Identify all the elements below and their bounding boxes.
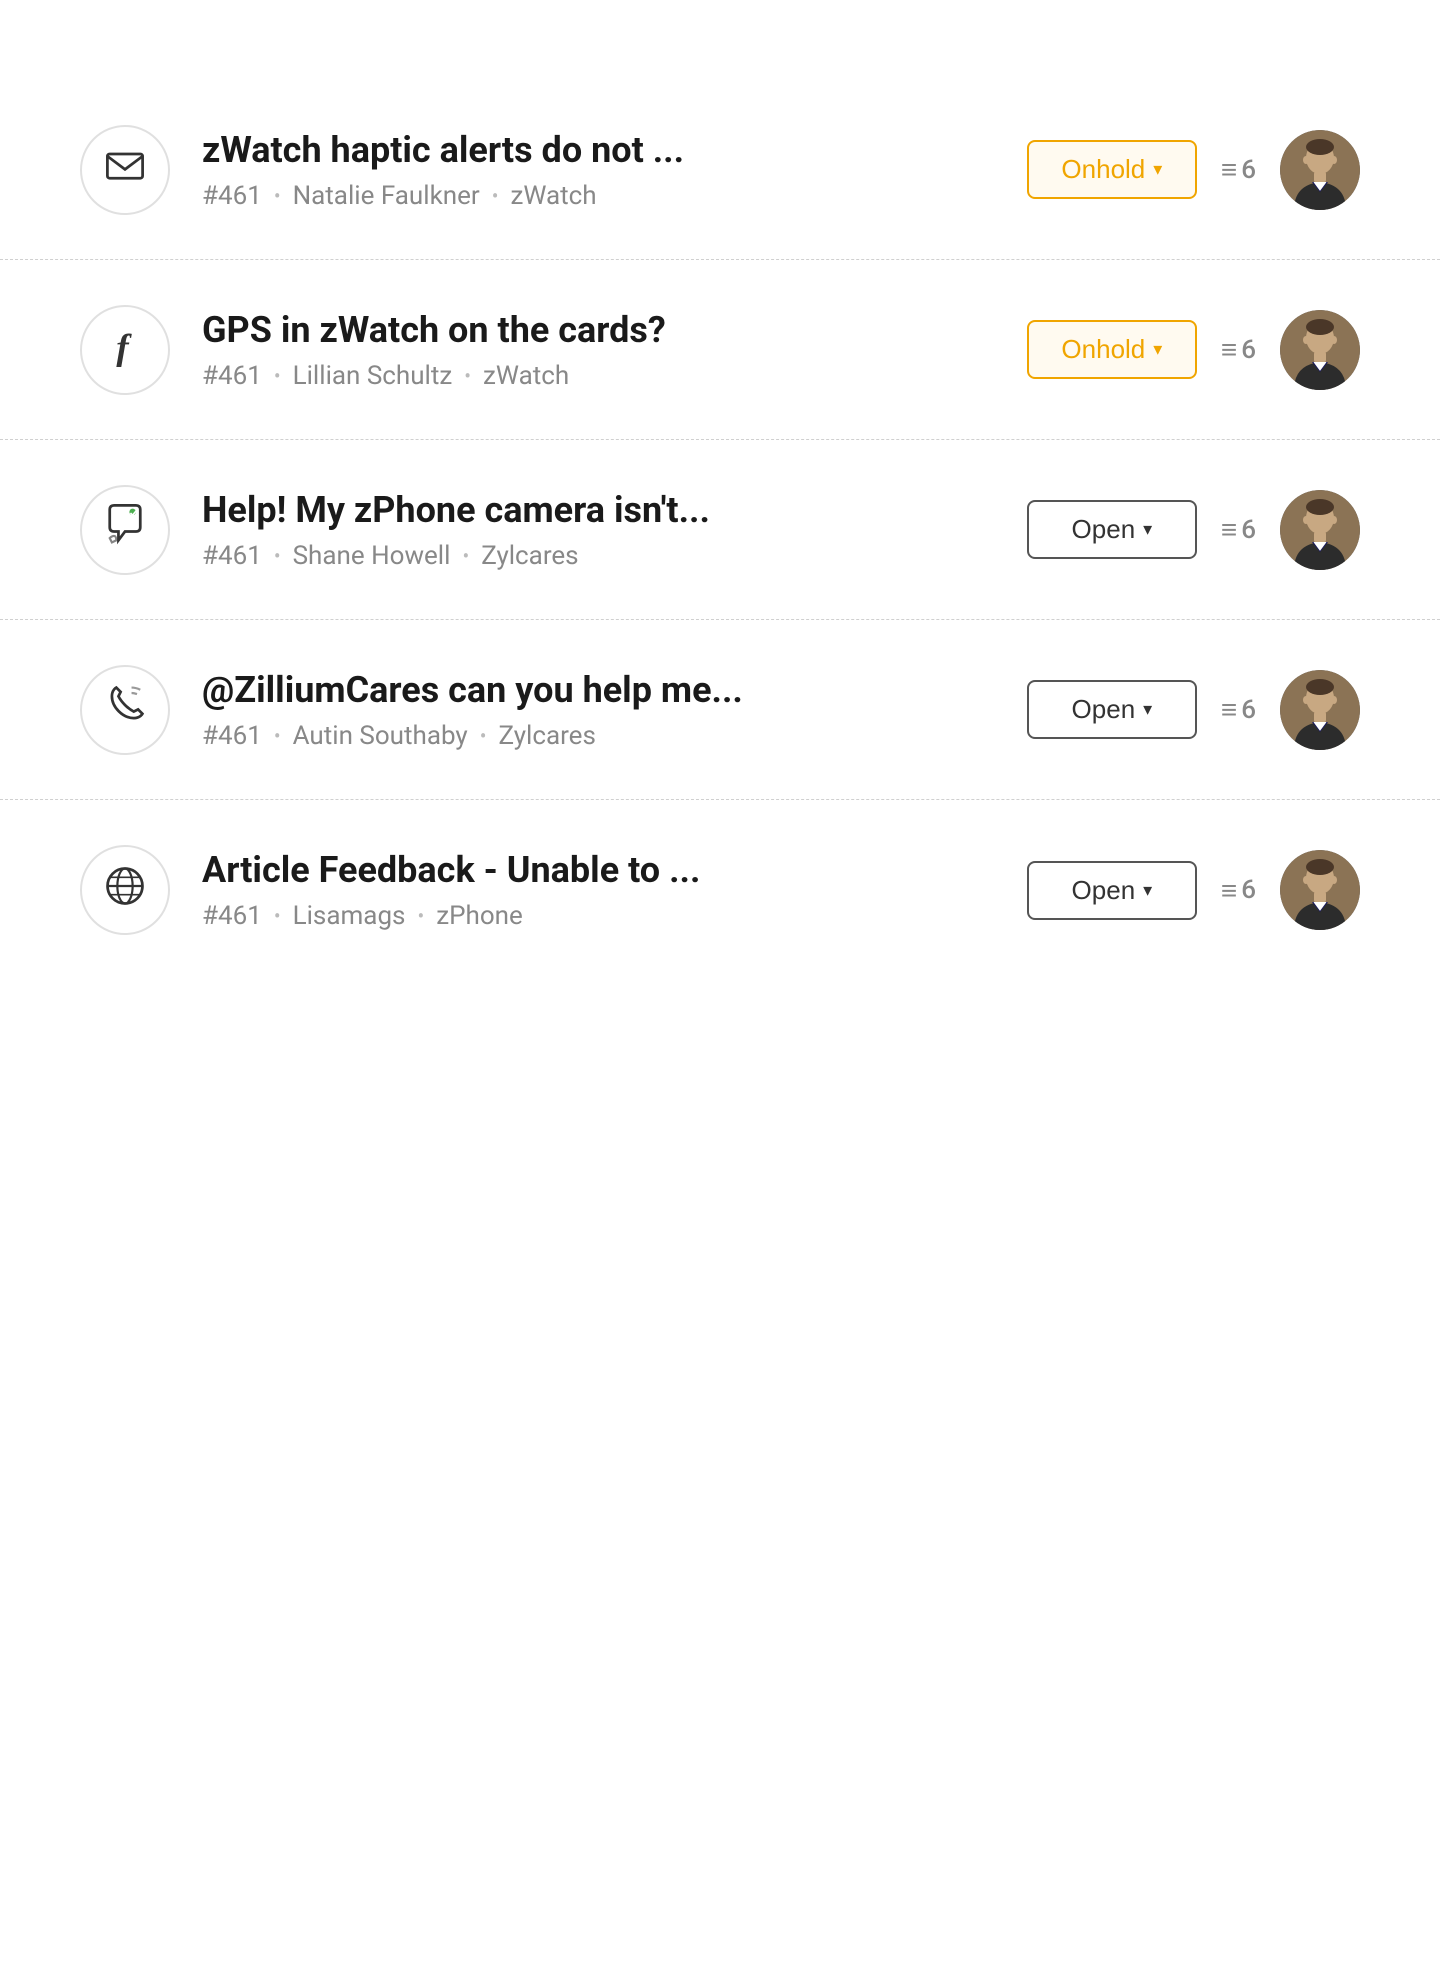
channel-icon-wrap: f (80, 305, 170, 395)
avatar (1280, 670, 1360, 750)
status-label: Open (1072, 514, 1136, 545)
ticket-customer: Lisamags (293, 901, 406, 931)
menu-lines-icon: ≡ (1221, 153, 1237, 186)
ticket-count: 6 (1241, 155, 1256, 185)
ticket-list: zWatch haptic alerts do not ... #461 • N… (0, 0, 1440, 1060)
meta-dot: • (274, 724, 281, 748)
status-label: Onhold (1061, 334, 1145, 365)
meta-dot: • (274, 364, 281, 388)
status-label: Onhold (1061, 154, 1145, 185)
menu-lines-icon: ≡ (1221, 513, 1237, 546)
status-badge[interactable]: Open ▾ (1027, 680, 1197, 739)
ticket-item: Help! My zPhone camera isn't... #461 • S… (0, 440, 1440, 620)
ticket-item: f GPS in zWatch on the cards? #461 • Lil… (0, 260, 1440, 440)
avatar (1280, 130, 1360, 210)
menu-lines-icon: ≡ (1221, 874, 1237, 907)
meta-dot: • (417, 904, 424, 928)
ticket-customer: Shane Howell (293, 541, 451, 571)
channel-icon-wrap (80, 665, 170, 755)
avatar (1280, 850, 1360, 930)
ticket-product: zWatch (483, 361, 569, 391)
status-badge[interactable]: Open ▾ (1027, 500, 1197, 559)
status-badge[interactable]: Onhold ▾ (1027, 320, 1197, 379)
ticket-meta: #461 • Natalie Faulkner • zWatch (202, 181, 995, 211)
ticket-product: zPhone (436, 901, 523, 931)
ticket-product: Zylcares (498, 721, 595, 751)
ticket-meta: #461 • Lisamags • zPhone (202, 901, 995, 931)
ticket-actions: Onhold ▾ ≡ 6 (1027, 310, 1360, 390)
ticket-customer: Lillian Schultz (293, 361, 453, 391)
menu-lines-icon: ≡ (1221, 693, 1237, 726)
channel-icon-wrap (80, 125, 170, 215)
avatar (1280, 490, 1360, 570)
web-icon (101, 862, 149, 919)
ticket-count: 6 (1241, 515, 1256, 545)
dropdown-arrow-icon: ▾ (1153, 339, 1162, 360)
ticket-actions: Open ▾ ≡ 6 (1027, 670, 1360, 750)
channel-icon-wrap (80, 845, 170, 935)
status-label: Open (1072, 875, 1136, 906)
ticket-count-wrap: ≡ 6 (1221, 153, 1256, 186)
status-label: Open (1072, 694, 1136, 725)
dropdown-arrow-icon: ▾ (1143, 880, 1152, 901)
ticket-meta: #461 • Lillian Schultz • zWatch (202, 361, 995, 391)
ticket-count-wrap: ≡ 6 (1221, 513, 1256, 546)
status-badge[interactable]: Open ▾ (1027, 861, 1197, 920)
ticket-count: 6 (1241, 335, 1256, 365)
ticket-title: zWatch haptic alerts do not ... (202, 129, 995, 171)
meta-dot: • (464, 364, 471, 388)
meta-dot: • (274, 544, 281, 568)
ticket-count-wrap: ≡ 6 (1221, 693, 1256, 726)
meta-dot: • (462, 544, 469, 568)
menu-lines-icon: ≡ (1221, 333, 1237, 366)
dropdown-arrow-icon: ▾ (1143, 519, 1152, 540)
ticket-actions: Open ▾ ≡ 6 (1027, 490, 1360, 570)
email-icon (103, 143, 147, 196)
ticket-actions: Open ▾ ≡ 6 (1027, 850, 1360, 930)
ticket-title: Help! My zPhone camera isn't... (202, 489, 995, 531)
channel-icon-wrap (80, 485, 170, 575)
ticket-number: #461 (202, 901, 262, 931)
ticket-number: #461 (202, 361, 262, 391)
ticket-number: #461 (202, 181, 262, 211)
ticket-count: 6 (1241, 875, 1256, 905)
ticket-item: @ZilliumCares can you help me... #461 • … (0, 620, 1440, 800)
meta-dot: • (274, 904, 281, 928)
ticket-actions: Onhold ▾ ≡ 6 (1027, 130, 1360, 210)
ticket-number: #461 (202, 721, 262, 751)
meta-dot: • (274, 184, 281, 208)
ticket-content: Article Feedback - Unable to ... #461 • … (202, 849, 995, 931)
ticket-count-wrap: ≡ 6 (1221, 874, 1256, 907)
phone-icon (101, 681, 149, 738)
dropdown-arrow-icon: ▾ (1143, 699, 1152, 720)
meta-dot: • (492, 184, 499, 208)
ticket-content: @ZilliumCares can you help me... #461 • … (202, 669, 995, 751)
ticket-item: Article Feedback - Unable to ... #461 • … (0, 800, 1440, 980)
ticket-title: GPS in zWatch on the cards? (202, 309, 995, 351)
ticket-customer: Autin Southaby (293, 721, 468, 751)
ticket-meta: #461 • Autin Southaby • Zylcares (202, 721, 995, 751)
ticket-content: zWatch haptic alerts do not ... #461 • N… (202, 129, 995, 211)
ticket-content: GPS in zWatch on the cards? #461 • Lilli… (202, 309, 995, 391)
ticket-count-wrap: ≡ 6 (1221, 333, 1256, 366)
ticket-title: Article Feedback - Unable to ... (202, 849, 995, 891)
ticket-product: zWatch (510, 181, 596, 211)
facebook-icon: f (103, 323, 147, 376)
ticket-title: @ZilliumCares can you help me... (202, 669, 995, 711)
ticket-meta: #461 • Shane Howell • Zylcares (202, 541, 995, 571)
chat-icon (101, 501, 149, 558)
svg-text:f: f (116, 327, 132, 367)
dropdown-arrow-icon: ▾ (1153, 159, 1162, 180)
status-badge[interactable]: Onhold ▾ (1027, 140, 1197, 199)
meta-dot: • (480, 724, 487, 748)
ticket-customer: Natalie Faulkner (293, 181, 480, 211)
ticket-item: zWatch haptic alerts do not ... #461 • N… (0, 80, 1440, 260)
ticket-count: 6 (1241, 695, 1256, 725)
ticket-content: Help! My zPhone camera isn't... #461 • S… (202, 489, 995, 571)
ticket-product: Zylcares (481, 541, 578, 571)
ticket-number: #461 (202, 541, 262, 571)
avatar (1280, 310, 1360, 390)
